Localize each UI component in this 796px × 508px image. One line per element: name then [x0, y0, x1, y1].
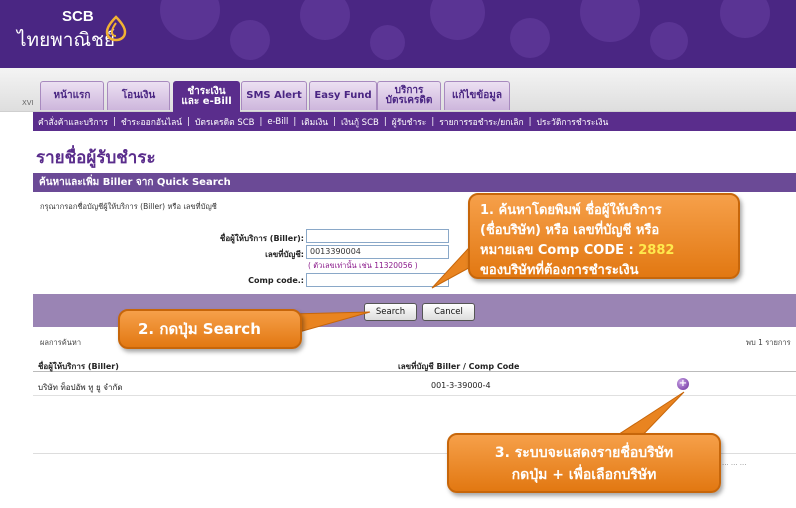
callout-step-1: 1. ค้นหาโดยพิมพ์ ชื่อผู้ให้บริการ (ชื่อบ…: [468, 193, 740, 279]
callout-1-line-3: หมายเลข Comp CODE : 2882: [480, 241, 728, 261]
callout-1-comp-code: 2882: [638, 243, 675, 258]
callout-2-arrow: [289, 311, 371, 335]
callout-1-line-3-text: หมายเลข Comp CODE :: [480, 243, 639, 258]
callout-3-line-1: 3. ระบบจะแสดงรายชื่อบริษัท: [494, 445, 674, 461]
callout-1-line-1: 1. ค้นหาโดยพิมพ์ ชื่อผู้ให้บริการ: [480, 203, 662, 218]
callout-3-line-2: กดปุ่ม + เพื่อเลือกบริษัท: [511, 467, 657, 483]
callout-step-2: 2. กดปุ่ม Search: [118, 309, 302, 349]
callout-1-line-4: ของบริษัทที่ต้องการชำระเงิน: [480, 263, 639, 278]
callout-1-line-2: (ชื่อบริษัท) หรือ เลขที่บัญชี หรือ: [480, 223, 660, 238]
callout-step-3: 3. ระบบจะแสดงรายชื่อบริษัท กดปุ่ม + เพื่…: [447, 433, 721, 493]
